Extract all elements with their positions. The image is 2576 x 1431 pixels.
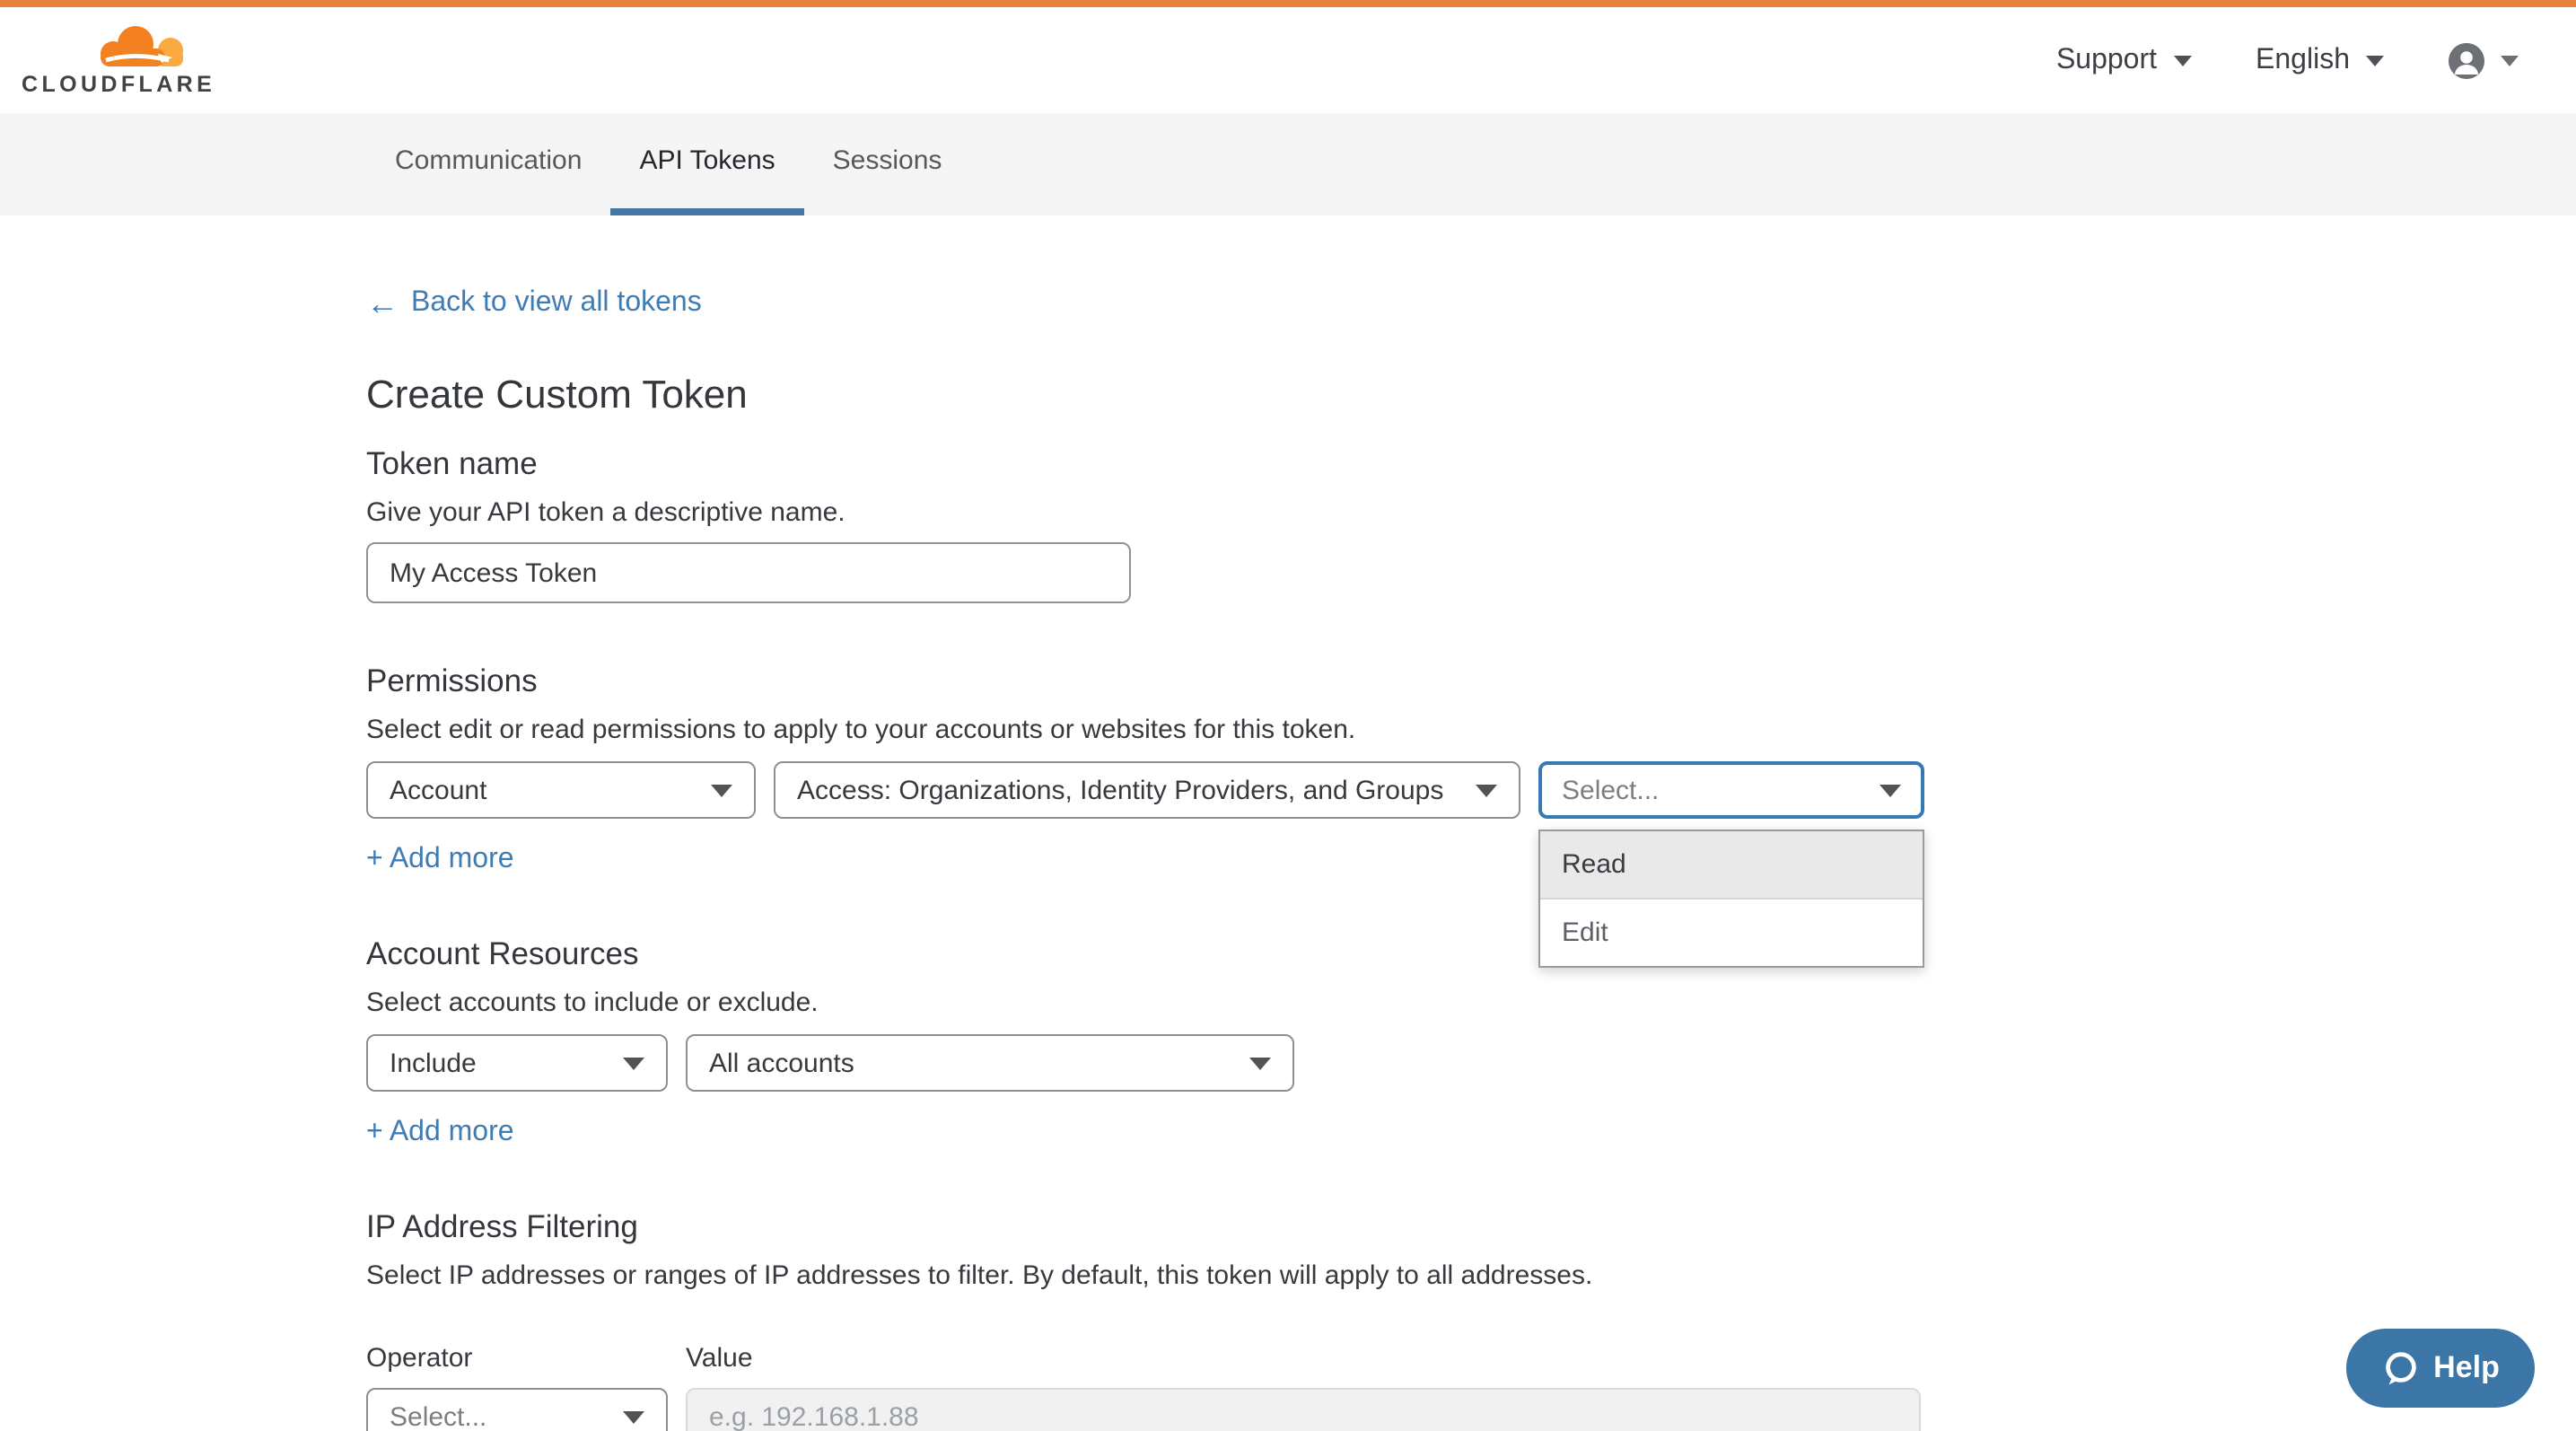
brand-top-bar [0,0,2576,7]
tab-api-tokens[interactable]: API Tokens [610,113,803,215]
page: CLOUDFLARE Support English [0,0,2576,1431]
help-button-label: Help [2433,1350,2500,1386]
menu-item-edit[interactable]: Edit [1540,900,1923,966]
cloudflare-logo-text: CLOUDFLARE [22,74,215,97]
chevron-down-icon [2501,55,2519,66]
include-exclude-select[interactable]: Include [366,1034,668,1092]
chevron-down-icon [1879,784,1901,796]
ip-filtering-heading: IP Address Filtering [366,1208,2576,1246]
main-content: ← Back to view all tokens Create Custom … [0,215,2576,1431]
menu-item-read[interactable]: Read [1540,831,1923,900]
token-name-input[interactable] [366,542,1131,603]
speech-bubble-icon [2381,1349,2419,1387]
access-level-select-wrap: Select... Read Edit [1538,761,1924,819]
ip-filtering-labels: Operator Value [366,1343,2576,1374]
permissions-description: Select edit or read permissions to apply… [366,715,2576,747]
tab-bar: Communication API Tokens Sessions [0,113,2576,215]
token-name-heading: Token name [366,445,2576,483]
select-value: Account [390,775,486,805]
select-value: All accounts [709,1048,854,1078]
tab-communication[interactable]: Communication [366,113,610,215]
chevron-down-icon [2366,55,2384,66]
ip-value-input[interactable] [686,1388,1921,1431]
ip-filtering-row: Select... [366,1388,2576,1431]
select-value: Access: Organizations, Identity Provider… [797,775,1443,805]
operator-label: Operator [366,1343,686,1374]
tab-sessions[interactable]: Sessions [804,113,971,215]
select-value: Include [390,1048,477,1078]
chevron-down-icon [2173,55,2191,66]
permissions-section: Permissions Select edit or read permissi… [366,663,2576,876]
header: CLOUDFLARE Support English [0,7,2576,113]
operator-select[interactable]: Select... [366,1388,668,1431]
support-menu[interactable]: Support [2056,44,2191,76]
permissions-add-more-link[interactable]: + Add more [366,844,514,876]
access-level-menu: Read Edit [1538,830,1924,968]
arrow-left-icon: ← [366,289,399,318]
ip-filtering-description: Select IP addresses or ranges of IP addr… [366,1260,2576,1293]
chevron-down-icon [623,1057,644,1069]
select-placeholder: Select... [1562,775,1659,805]
chevron-down-icon [711,784,732,796]
access-level-select[interactable]: Select... [1538,761,1924,819]
account-resources-description: Select accounts to include or exclude. [366,988,2576,1020]
account-resources-heading: Account Resources [366,935,2576,973]
cloudflare-logo[interactable]: CLOUDFLARE [22,23,215,97]
select-placeholder: Select... [390,1401,486,1431]
page-title: Create Custom Token [366,372,2576,418]
ip-filtering-section: IP Address Filtering Select IP addresses… [366,1208,2576,1431]
accounts-select[interactable]: All accounts [686,1034,1294,1092]
permissions-row: Account Access: Organizations, Identity … [366,761,2576,819]
account-resources-section: Account Resources Select accounts to inc… [366,935,2576,1149]
chevron-down-icon [623,1410,644,1423]
token-name-section: Token name Give your API token a descrip… [366,445,2576,603]
user-avatar-icon [2449,42,2484,78]
account-resources-add-more-link[interactable]: + Add more [366,1117,514,1149]
permissions-heading: Permissions [366,663,2576,700]
language-menu-label: English [2256,44,2350,76]
account-menu[interactable] [2449,42,2519,78]
chevron-down-icon [1249,1057,1271,1069]
help-button[interactable]: Help [2346,1329,2535,1408]
language-menu[interactable]: English [2256,44,2384,76]
back-link-label: Back to view all tokens [411,287,702,320]
permission-scope-select[interactable]: Account [366,761,756,819]
value-label: Value [686,1343,753,1374]
account-resources-row: Include All accounts [366,1034,2576,1092]
chevron-down-icon [1476,784,1497,796]
token-name-description: Give your API token a descriptive name. [366,497,2576,530]
permission-group-select[interactable]: Access: Organizations, Identity Provider… [774,761,1520,819]
back-link[interactable]: ← Back to view all tokens [366,287,702,320]
support-menu-label: Support [2056,44,2157,76]
cloudflare-cloud-icon [97,23,190,72]
header-menus: Support English [2056,42,2519,78]
